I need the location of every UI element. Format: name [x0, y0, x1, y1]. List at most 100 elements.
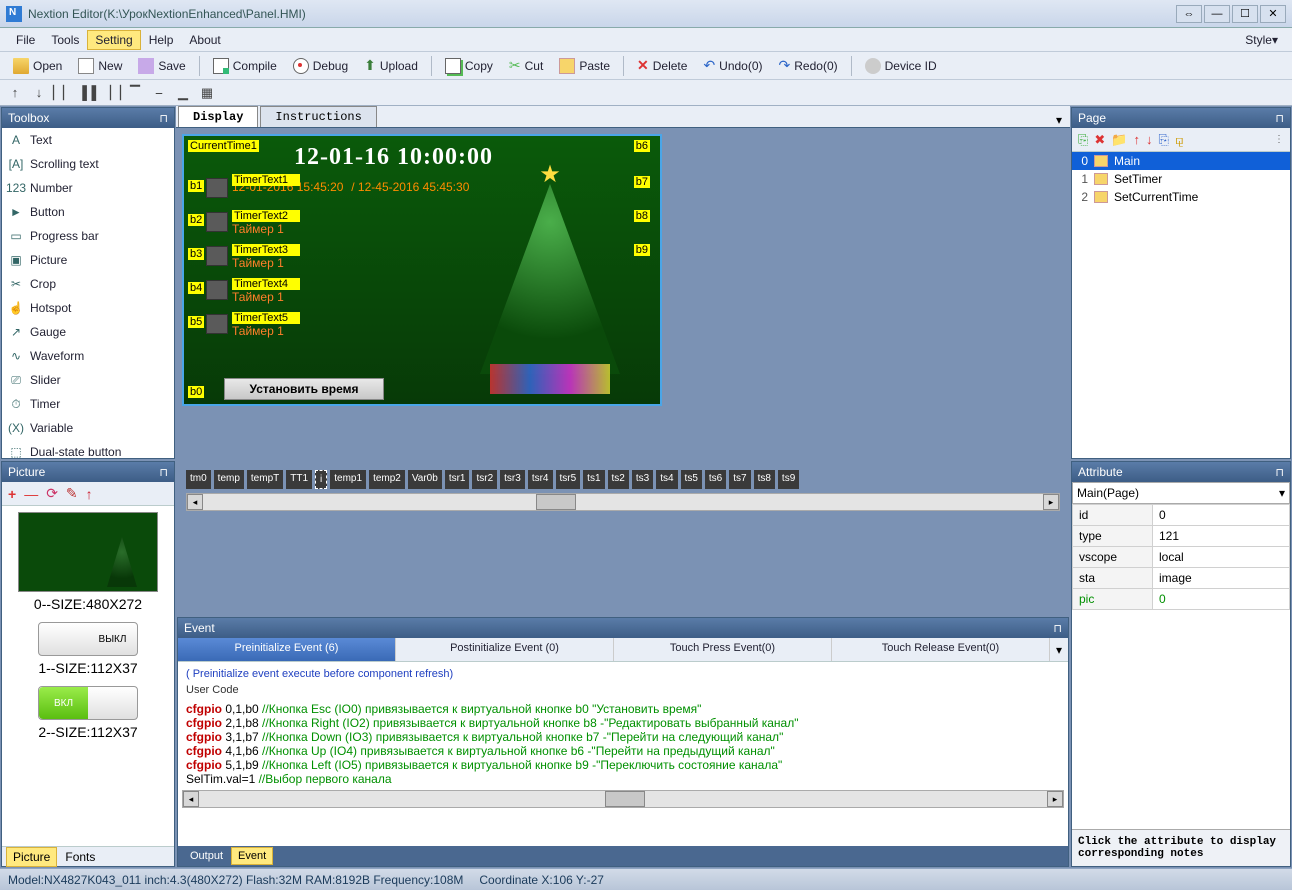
- toolbox-item-hotspot[interactable]: ☝Hotspot: [2, 296, 174, 320]
- picture-edit-button[interactable]: ✎: [66, 485, 78, 502]
- toolbox-item-waveform[interactable]: ∿Waveform: [2, 344, 174, 368]
- page-delete-button[interactable]: ✖: [1094, 132, 1105, 148]
- code-editor[interactable]: cfgpio 0,1,b0 //Кнопка Esc (IO0) привязы…: [178, 700, 1068, 788]
- code-hscroll[interactable]: ◂▸: [182, 790, 1064, 808]
- menu-tools[interactable]: Tools: [43, 30, 87, 50]
- page-item-main[interactable]: 0Main: [1072, 152, 1290, 170]
- menu-file[interactable]: File: [8, 30, 43, 50]
- debug-button[interactable]: Debug: [286, 55, 355, 77]
- canvas-area[interactable]: ★ CurrentTime1 12-01-16 10:00:00 b6 b1 T…: [176, 128, 1070, 616]
- toolbox-item-variable[interactable]: (X)Variable: [2, 416, 174, 440]
- obj-chip-tm0[interactable]: tm0: [186, 470, 211, 489]
- label-timertext4[interactable]: TimerText4: [232, 278, 300, 290]
- obj-chip-tsr3[interactable]: tsr3: [500, 470, 525, 489]
- attr-row-id[interactable]: id0: [1073, 505, 1290, 526]
- menu-about[interactable]: About: [181, 30, 228, 50]
- paste-button[interactable]: Paste: [552, 55, 617, 77]
- obj-chip-tsr4[interactable]: tsr4: [528, 470, 553, 489]
- attribute-grid[interactable]: id0type121vscopelocalstaimagepic0: [1072, 504, 1290, 610]
- tab-event-bottom[interactable]: Event: [231, 847, 273, 865]
- tab-output[interactable]: Output: [184, 848, 229, 864]
- display-canvas[interactable]: ★ CurrentTime1 12-01-16 10:00:00 b6 b1 T…: [182, 134, 662, 406]
- obj-chip-tempT[interactable]: tempT: [247, 470, 283, 489]
- attribute-pin-icon[interactable]: ⊓: [1275, 466, 1284, 479]
- toolbox-pin-icon[interactable]: ⊓: [159, 112, 168, 125]
- label-b7[interactable]: b7: [634, 176, 650, 188]
- attr-row-pic[interactable]: pic0: [1073, 589, 1290, 610]
- label-timertext3[interactable]: TimerText3: [232, 244, 300, 256]
- obj-chip-tsr2[interactable]: tsr2: [472, 470, 497, 489]
- event-pin-icon[interactable]: ⊓: [1053, 622, 1062, 635]
- page-item-settimer[interactable]: 1SetTimer: [1072, 170, 1290, 188]
- align-top-button[interactable]: ▔: [126, 84, 144, 102]
- picture-refresh-button[interactable]: ⟳: [46, 485, 58, 502]
- page-lock-button[interactable]: ⚼: [1175, 132, 1184, 148]
- event-tab-dropdown-icon[interactable]: ▾: [1050, 638, 1068, 661]
- window-help-button[interactable]: ⇔: [1176, 5, 1202, 23]
- toolbox-item-dual-state-button[interactable]: ⬚Dual-state button: [2, 440, 174, 458]
- page-folder-button[interactable]: 📁: [1111, 132, 1127, 148]
- menu-style[interactable]: Style▾: [1237, 30, 1284, 50]
- toolbox-item-button[interactable]: ►Button: [2, 200, 174, 224]
- tab-touchrelease[interactable]: Touch Release Event(0): [832, 638, 1050, 661]
- toolbox-item-crop[interactable]: ✂Crop: [2, 272, 174, 296]
- toolbox-item-picture[interactable]: ▣Picture: [2, 248, 174, 272]
- align-right-button[interactable]: ▕▕: [102, 84, 120, 102]
- picture-thumb-1[interactable]: ВЫКЛ: [38, 622, 138, 656]
- compile-button[interactable]: Compile: [206, 55, 284, 77]
- window-close-button[interactable]: ✕: [1260, 5, 1286, 23]
- same-size-button[interactable]: ▦: [198, 84, 216, 102]
- obj-chip-ts2[interactable]: ts2: [608, 470, 629, 489]
- label-b1[interactable]: b1: [188, 180, 204, 192]
- new-button[interactable]: New: [71, 55, 129, 77]
- attr-row-vscope[interactable]: vscopelocal: [1073, 547, 1290, 568]
- copy-button[interactable]: Copy: [438, 55, 500, 77]
- label-b6[interactable]: b6: [634, 140, 650, 152]
- obj-chip-temp2[interactable]: temp2: [369, 470, 405, 489]
- picture-up-button[interactable]: ↑: [86, 486, 93, 502]
- label-timertext5[interactable]: TimerText5: [232, 312, 300, 324]
- tab-fonts[interactable]: Fonts: [59, 848, 101, 866]
- delete-button[interactable]: ✕Delete: [630, 54, 694, 77]
- upload-button[interactable]: ⬆Upload: [357, 54, 425, 77]
- page-item-setcurrenttime[interactable]: 2SetCurrentTime: [1072, 188, 1290, 206]
- page-more-icon[interactable]: ⋮: [1274, 134, 1284, 145]
- tab-postinit[interactable]: Postinitialize Event (0): [396, 638, 614, 661]
- toolbox-item-scrolling-text[interactable]: [A]Scrolling text: [2, 152, 174, 176]
- bring-front-button[interactable]: ↑: [6, 84, 24, 102]
- label-b3[interactable]: b3: [188, 248, 204, 260]
- menu-setting[interactable]: Setting: [87, 30, 140, 50]
- toolbox-item-number[interactable]: 123Number: [2, 176, 174, 200]
- obj-chip-Var0b[interactable]: Var0b: [408, 470, 442, 489]
- page-pin-icon[interactable]: ⊓: [1275, 112, 1284, 125]
- attribute-object-select[interactable]: Main(Page): [1072, 482, 1290, 504]
- canvas-hscroll[interactable]: ◂▸: [186, 493, 1060, 511]
- undo-button[interactable]: ↶Undo(0): [696, 54, 769, 77]
- tab-dropdown-icon[interactable]: ▾: [1048, 113, 1070, 127]
- save-button[interactable]: Save: [131, 55, 192, 77]
- minibtn-b5[interactable]: [206, 314, 228, 334]
- toolbox-item-text[interactable]: AText: [2, 128, 174, 152]
- obj-chip-ts9[interactable]: ts9: [778, 470, 799, 489]
- align-middle-button[interactable]: ⎯: [150, 84, 168, 102]
- label-b5[interactable]: b5: [188, 316, 204, 328]
- picture-thumb-2[interactable]: ВКЛ: [38, 686, 138, 720]
- label-currenttime1[interactable]: CurrentTime1: [188, 140, 259, 152]
- obj-chip-ts5[interactable]: ts5: [681, 470, 702, 489]
- label-b2[interactable]: b2: [188, 214, 204, 226]
- minibtn-b1[interactable]: [206, 178, 228, 198]
- page-up-button[interactable]: ↑: [1134, 132, 1141, 147]
- picture-remove-button[interactable]: —: [24, 486, 38, 502]
- open-button[interactable]: Open: [6, 55, 69, 77]
- minibtn-b2[interactable]: [206, 212, 228, 232]
- tab-display[interactable]: Display: [178, 106, 258, 127]
- obj-chip-ts6[interactable]: ts6: [705, 470, 726, 489]
- tab-picture[interactable]: Picture: [6, 847, 57, 867]
- page-copy-button[interactable]: ⎘: [1159, 132, 1169, 148]
- send-back-button[interactable]: ↓: [30, 84, 48, 102]
- tab-preinit[interactable]: Preinitialize Event (6): [178, 638, 396, 661]
- menu-help[interactable]: Help: [141, 30, 182, 50]
- label-b0[interactable]: b0: [188, 386, 204, 398]
- page-add-button[interactable]: ⎘: [1078, 132, 1088, 148]
- picture-thumb-0[interactable]: [18, 512, 158, 592]
